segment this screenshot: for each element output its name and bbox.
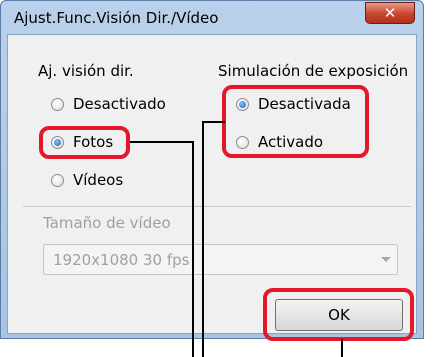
radio-label: Desactivado — [73, 95, 166, 113]
radio-icon — [51, 97, 64, 111]
highlight-fotos — [39, 126, 130, 159]
close-icon: ✕ — [383, 4, 397, 22]
movie-size-value: 1920x1080 30 fps — [53, 251, 190, 269]
radio-desactivado[interactable]: Desactivado — [51, 94, 166, 114]
callout-line-exposure-horizontal — [203, 121, 225, 123]
close-button[interactable]: ✕ — [365, 2, 415, 24]
movie-size-select[interactable]: 1920x1080 30 fps — [43, 244, 398, 275]
highlight-exposure-sim — [222, 85, 369, 158]
radio-videos[interactable]: Vídeos — [51, 170, 123, 190]
callout-line-exposure-vertical — [202, 121, 204, 357]
callout-line-fotos-horizontal — [130, 141, 193, 143]
radio-icon — [51, 173, 64, 187]
highlight-ok — [263, 288, 414, 341]
title-bar[interactable]: Ajust.Func.Visión Dir./Vídeo ✕ — [1, 1, 423, 35]
radio-label: Vídeos — [73, 171, 124, 189]
callout-line-fotos-vertical — [192, 141, 194, 357]
live-view-group-label: Aj. visión dir. — [38, 62, 134, 80]
exposure-sim-group-label: Simulación de exposición — [218, 62, 409, 80]
movie-size-label: Tamaño de vídeo — [43, 214, 171, 232]
callout-line-ok — [341, 339, 343, 357]
separator — [23, 206, 411, 207]
dropdown-arrow-icon — [381, 257, 391, 262]
window-title: Ajust.Func.Visión Dir./Vídeo — [14, 9, 219, 27]
